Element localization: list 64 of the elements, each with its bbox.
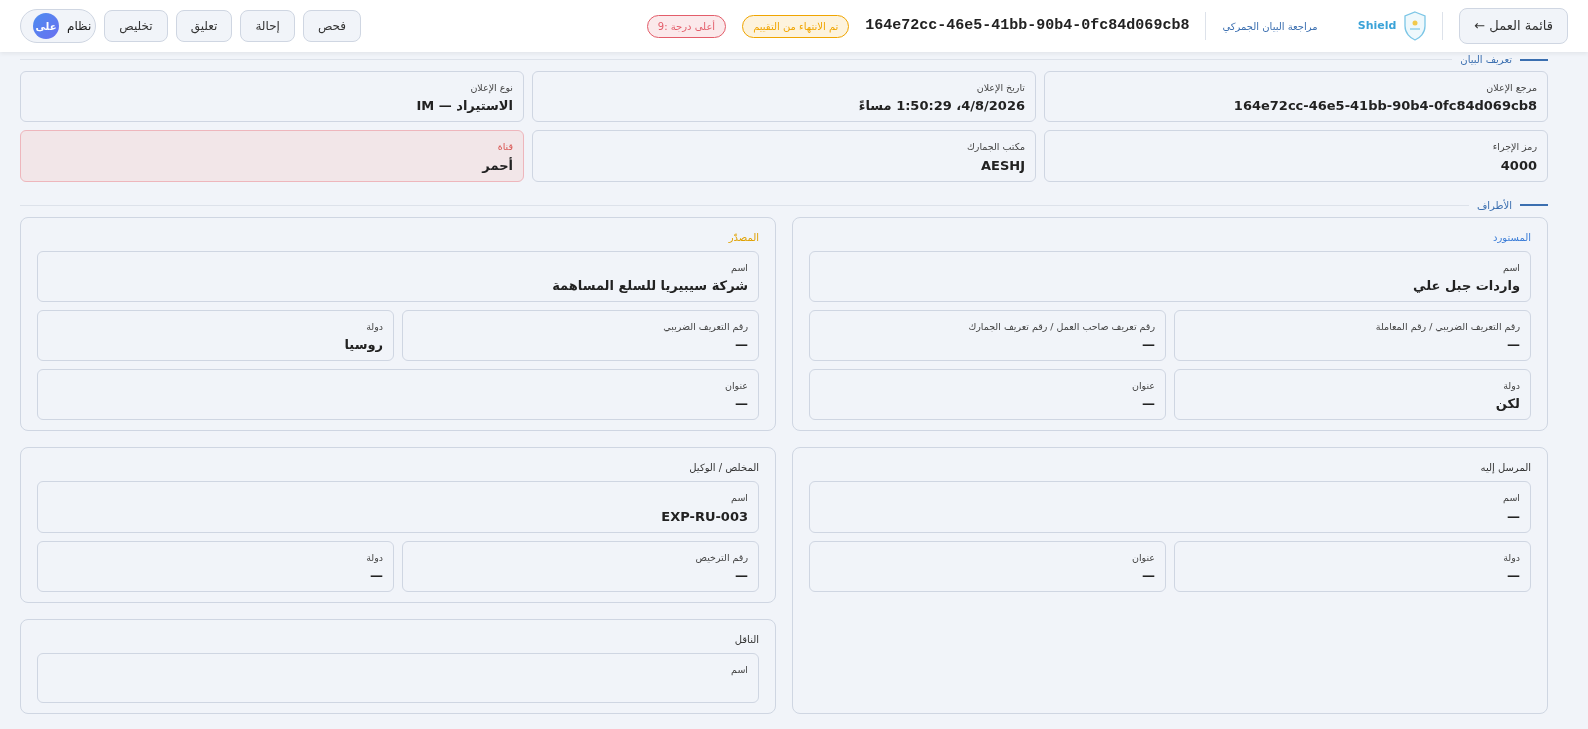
party-title: الناقل [733, 632, 759, 647]
field-label: مرجع الإعلان [1485, 81, 1537, 95]
field-value: لكن [1494, 395, 1520, 414]
party-title: المرسل إليه [1479, 461, 1531, 476]
field-value: — [1141, 336, 1155, 354]
field-value: — [734, 336, 748, 354]
field-label: تاريخ الإعلان [975, 81, 1025, 96]
section-title: الأطراف [1476, 198, 1512, 213]
field-value: — [369, 566, 383, 585]
field-label: اسم [1502, 491, 1520, 506]
field-label: اسم [730, 260, 748, 275]
field-value: — [734, 395, 748, 414]
field-value: روسيا [343, 336, 383, 354]
field-label: عنوان [723, 379, 748, 393]
field-label: دولة [1502, 550, 1520, 565]
app-title: مراجعة البيان الجمركي [1222, 19, 1318, 34]
field-value: 4000 [1499, 156, 1537, 175]
field-value: 4/8/2026، 1:50:29 مساءً [857, 97, 1025, 116]
party-title: المخلص / الوكيل [688, 461, 759, 476]
field-label: مكتب الجمارك [965, 140, 1025, 155]
user-name: نظام [67, 18, 92, 35]
party-title: المصدّر [727, 230, 759, 245]
field-value: — [1506, 336, 1520, 354]
field-label: نوع الإعلان [469, 81, 513, 95]
action-button[interactable]: إحالة [240, 10, 295, 42]
field-label: رمز الإجراء [1491, 140, 1537, 155]
field-value: — [1506, 507, 1520, 526]
action-button[interactable]: فحص [302, 10, 362, 42]
field-label: اسم [730, 662, 748, 677]
field-label: عنوان [1130, 550, 1155, 565]
field-label: دولة [1502, 379, 1520, 393]
field-label: رقم تعريف صاحب العمل / رقم تعريف الجمارك [967, 319, 1155, 334]
field-value: أحمر [480, 156, 513, 175]
shield-icon [1404, 11, 1427, 41]
section-title: تعريف البيان [1460, 53, 1512, 67]
field-value: 164e72cc-46e5-41bb-90b4-0fc84d069cb8 [1232, 97, 1537, 116]
declaration-id: 164e72cc-46e5-41bb-90b4-0fc84d069cb8 [865, 15, 1190, 36]
field-value: — [734, 566, 748, 585]
worklist-button[interactable]: قائمة العمل ← [1459, 8, 1568, 44]
action-button[interactable]: تعليق [175, 10, 233, 42]
field-label: رقم التعريف الضريبي [662, 319, 748, 334]
field-label: دولة [365, 550, 383, 565]
field-value: — [1141, 566, 1155, 585]
user-menu[interactable]: نظام على [20, 9, 97, 43]
field-value: — [1141, 395, 1155, 414]
field-label: اسم [730, 491, 748, 506]
field-label: دولة [365, 319, 383, 334]
field-label: قناة [496, 140, 513, 155]
field-value: — [1506, 566, 1520, 585]
brand-name: Shield [1357, 17, 1397, 34]
field-value: EXP-RU-003 [660, 507, 748, 526]
field-value: AESHJ [979, 156, 1025, 175]
status-badge: أعلى درجة :9 [646, 14, 727, 38]
field-label: رقم الترخيص [694, 550, 748, 565]
field-value: الاستيراد — IM [415, 97, 513, 116]
party-title: المستورد [1492, 230, 1531, 245]
field-value: شركة سيبيريا للسلع المساهمة [551, 276, 748, 295]
field-label: عنوان [1130, 379, 1155, 393]
field-label: رقم التعريف الضريبي / رقم المعاملة [1374, 319, 1520, 334]
action-button[interactable]: تخليص [104, 10, 168, 42]
field-value: واردات جبل علي [1412, 276, 1520, 295]
field-label: اسم [1502, 260, 1520, 275]
user-avatar: على [33, 13, 59, 39]
status-badge: تم الانتهاء من التقييم [742, 14, 850, 38]
